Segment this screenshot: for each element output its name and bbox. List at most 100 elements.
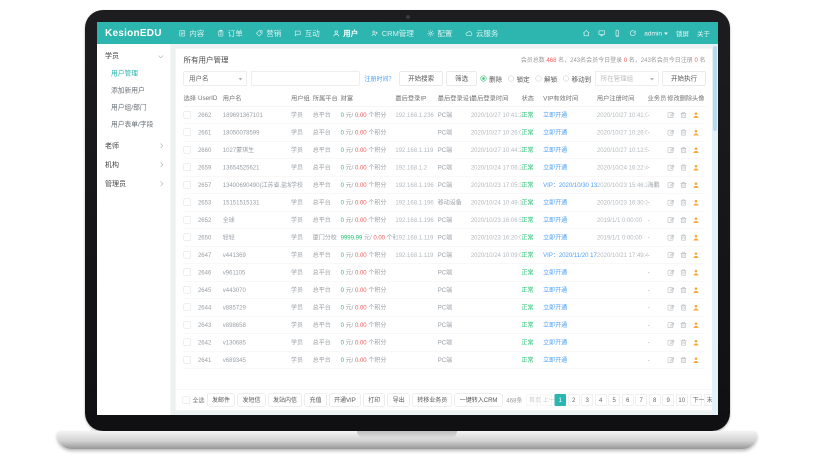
avatar-button[interactable] <box>692 264 705 282</box>
row-checkbox[interactable] <box>184 269 192 277</box>
avatar-button[interactable] <box>692 316 705 334</box>
delete-button[interactable] <box>680 229 692 247</box>
row-checkbox[interactable] <box>184 234 192 242</box>
vip-link[interactable]: 立即开通 <box>543 234 567 241</box>
row-checkbox[interactable] <box>184 129 192 137</box>
search-input[interactable] <box>251 71 360 86</box>
page-number[interactable]: 7 <box>635 394 647 406</box>
search-button[interactable]: 开始搜索 <box>400 71 443 86</box>
row-checkbox[interactable] <box>184 251 192 259</box>
delete-button[interactable] <box>680 211 692 229</box>
row-checkbox[interactable] <box>184 146 192 154</box>
bulk-action-button[interactable]: 转移业务员 <box>412 394 452 407</box>
sidebar-group-orgs[interactable]: 机构 <box>97 155 171 174</box>
edit-button[interactable] <box>667 299 679 317</box>
vip-link[interactable]: VIP：2020/10/30 13:46:20 <box>543 182 597 189</box>
row-checkbox[interactable] <box>184 321 192 329</box>
sidebar-group-admins[interactable]: 管理员 <box>97 174 171 193</box>
page-number[interactable]: 8 <box>649 394 661 406</box>
bulk-action-button[interactable]: 打印 <box>363 394 385 407</box>
bulk-radio[interactable]: 删除 <box>481 74 503 84</box>
vip-link[interactable]: 立即开通 <box>543 129 567 136</box>
edit-button[interactable] <box>667 194 679 212</box>
delete-button[interactable] <box>680 351 692 369</box>
delete-button[interactable] <box>680 264 692 282</box>
bulk-action-button[interactable]: 发站内信 <box>268 394 302 407</box>
nav-item-orders[interactable]: 订单 <box>217 28 243 39</box>
edit-button[interactable] <box>667 229 679 247</box>
delete-button[interactable] <box>680 334 692 352</box>
nav-item-users[interactable]: 用户 <box>333 28 359 39</box>
move-group-select[interactable]: 所在管理组 <box>595 71 658 86</box>
page-next[interactable]: 下一页 <box>690 394 702 406</box>
vip-link[interactable]: 立即开通 <box>543 269 567 276</box>
bulk-action-button[interactable]: 一键转入CRM <box>455 394 503 407</box>
vip-link[interactable]: 立即开通 <box>543 164 567 171</box>
delete-button[interactable] <box>680 141 692 159</box>
edit-button[interactable] <box>667 106 679 124</box>
delete-button[interactable] <box>680 194 692 212</box>
page-number[interactable]: 2 <box>568 394 580 406</box>
delete-button[interactable] <box>680 124 692 142</box>
delete-button[interactable] <box>680 159 692 177</box>
row-checkbox[interactable] <box>184 216 192 224</box>
vip-link[interactable]: 立即开通 <box>543 304 567 311</box>
bulk-radio[interactable]: 解锁 <box>536 74 558 84</box>
edit-button[interactable] <box>667 316 679 334</box>
vip-link[interactable]: VIP：2020/11/20 17:49:41 <box>543 252 597 259</box>
page-number[interactable]: 6 <box>622 394 634 406</box>
filter-button[interactable]: 筛选 <box>447 71 477 86</box>
nav-item-content[interactable]: 内容 <box>179 28 205 39</box>
edit-button[interactable] <box>667 334 679 352</box>
page-first[interactable]: 首页 <box>526 394 538 406</box>
sidebar-item[interactable]: 用户组/部门 <box>97 99 171 116</box>
page-number[interactable]: 4 <box>595 394 607 406</box>
sidebar-item[interactable]: 用户管理 <box>97 65 171 82</box>
delete-button[interactable] <box>680 281 692 299</box>
nav-item-marketing[interactable]: 营销 <box>256 28 282 39</box>
row-checkbox[interactable] <box>184 304 192 312</box>
page-prev[interactable]: 上一页 <box>540 394 552 406</box>
row-checkbox[interactable] <box>184 286 192 294</box>
bulk-action-button[interactable]: 开通VIP <box>329 394 361 407</box>
avatar-button[interactable] <box>692 281 705 299</box>
execute-button[interactable]: 开始执行 <box>662 71 705 86</box>
edit-button[interactable] <box>667 281 679 299</box>
vip-link[interactable]: 立即开通 <box>543 199 567 206</box>
avatar-button[interactable] <box>692 334 705 352</box>
bulk-action-button[interactable]: 发短信 <box>238 394 266 407</box>
page-number[interactable]: 10 <box>676 394 688 406</box>
edit-button[interactable] <box>667 141 679 159</box>
select-all[interactable]: 全选 <box>183 396 205 405</box>
bulk-action-button[interactable]: 充值 <box>305 394 327 407</box>
edit-button[interactable] <box>667 264 679 282</box>
avatar-button[interactable] <box>692 194 705 212</box>
edit-button[interactable] <box>667 159 679 177</box>
nav-item-interact[interactable]: 互动 <box>294 28 320 39</box>
avatar-button[interactable] <box>692 211 705 229</box>
avatar-button[interactable] <box>692 124 705 142</box>
sidebar-group-students[interactable]: 学员 <box>97 46 171 65</box>
edit-button[interactable] <box>667 124 679 142</box>
refresh-icon[interactable] <box>629 29 637 37</box>
row-checkbox[interactable] <box>184 181 192 189</box>
sidebar-item[interactable]: 添加新用户 <box>97 82 171 99</box>
row-checkbox[interactable] <box>184 164 192 172</box>
user-menu[interactable]: admin <box>644 29 668 37</box>
row-checkbox[interactable] <box>184 356 192 364</box>
delete-button[interactable] <box>680 106 692 124</box>
delete-button[interactable] <box>680 299 692 317</box>
nav-item-crm[interactable]: CRM管理 <box>371 28 414 39</box>
vip-link[interactable]: 立即开通 <box>543 287 567 294</box>
avatar-button[interactable] <box>692 141 705 159</box>
page-number[interactable]: 9 <box>662 394 674 406</box>
edit-button[interactable] <box>667 351 679 369</box>
avatar-button[interactable] <box>692 246 705 264</box>
edit-button[interactable] <box>667 176 679 194</box>
row-checkbox[interactable] <box>184 199 192 207</box>
vip-link[interactable]: 立即开通 <box>543 217 567 224</box>
avatar-button[interactable] <box>692 351 705 369</box>
sidebar-group-teachers[interactable]: 老师 <box>97 136 171 155</box>
nav-item-config[interactable]: 配置 <box>427 28 453 39</box>
nav-item-cloud[interactable]: 云服务 <box>465 28 498 39</box>
